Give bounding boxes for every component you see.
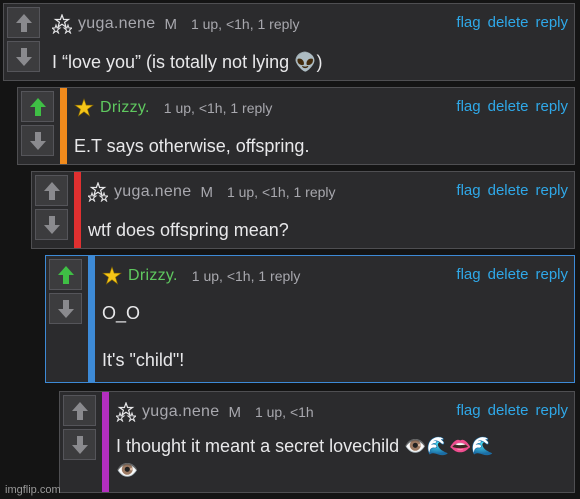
reply-link[interactable]: reply <box>535 402 568 419</box>
upvote-button[interactable] <box>21 91 54 122</box>
user-badge-icon <box>116 402 136 422</box>
delete-link[interactable]: delete <box>488 182 529 199</box>
upvote-button[interactable] <box>63 395 96 426</box>
mod-flag: M <box>164 15 177 33</box>
mod-flag: M <box>228 403 241 421</box>
star-badge-icon <box>74 98 94 118</box>
comment-info: 1 up, <1h, 1 reply <box>163 100 273 116</box>
username[interactable]: yuga.nene <box>142 403 219 421</box>
delete-link[interactable]: delete <box>488 266 529 283</box>
vote-controls <box>32 172 74 248</box>
reply-link[interactable]: reply <box>535 98 568 115</box>
comment-text-line: I thought it meant a secret lovechild 👁️… <box>116 436 494 456</box>
comment-actions: flag delete reply <box>456 182 568 199</box>
arrow-down-icon <box>43 215 60 234</box>
user-badge-icon <box>52 14 72 34</box>
vote-controls <box>60 392 102 492</box>
thread-depth-bar <box>88 256 95 382</box>
comment-text-line: O_O <box>102 303 141 323</box>
comment: yuga.nene M 1 up, <1h, 1 reply flag dele… <box>31 171 575 249</box>
reply-link[interactable]: reply <box>535 14 568 31</box>
username[interactable]: yuga.nene <box>114 183 191 201</box>
delete-link[interactable]: delete <box>488 402 529 419</box>
upvote-button[interactable] <box>49 259 82 290</box>
mod-flag: M <box>200 183 213 201</box>
arrow-up-icon <box>57 265 74 284</box>
arrow-down-icon <box>71 435 88 454</box>
thread-depth-bar <box>60 88 67 164</box>
user-badge-icon <box>88 182 108 202</box>
flag-link[interactable]: flag <box>456 266 480 283</box>
flag-link[interactable]: flag <box>456 14 480 31</box>
username[interactable]: Drizzy. <box>128 267 178 285</box>
comment: yuga.nene M 1 up, <1h, 1 reply flag dele… <box>3 3 575 81</box>
upvote-button[interactable] <box>35 175 68 206</box>
flag-link[interactable]: flag <box>456 402 480 419</box>
comment-info: 1 up, <1h, 1 reply <box>190 16 300 32</box>
arrow-up-icon <box>15 13 32 32</box>
downvote-button[interactable] <box>35 209 68 240</box>
comment-actions: flag delete reply <box>456 14 568 31</box>
flag-link[interactable]: flag <box>456 182 480 199</box>
comment-text-line: It's "child"! <box>102 350 185 370</box>
comment: Drizzy. 1 up, <1h, 1 reply flag delete r… <box>17 87 575 165</box>
downvote-button[interactable] <box>49 293 82 324</box>
arrow-up-icon <box>43 181 60 200</box>
comment-info: 1 up, <1h, 1 reply <box>191 268 301 284</box>
vote-controls <box>4 4 46 80</box>
reply-link[interactable]: reply <box>535 266 568 283</box>
comment-info: 1 up, <1h, 1 reply <box>226 184 336 200</box>
reply-link[interactable]: reply <box>535 182 568 199</box>
thread-depth-bar <box>102 392 109 492</box>
comment-text: wtf does offspring mean? <box>88 220 289 240</box>
comment-text: E.T says otherwise, offspring. <box>74 136 310 156</box>
downvote-button[interactable] <box>7 41 40 72</box>
star-badge-icon <box>102 266 122 286</box>
delete-link[interactable]: delete <box>488 98 529 115</box>
thread-depth-bar <box>74 172 81 248</box>
comment-actions: flag delete reply <box>456 266 568 283</box>
arrow-down-icon <box>57 299 74 318</box>
arrow-down-icon <box>29 131 46 150</box>
username[interactable]: yuga.nene <box>78 15 155 33</box>
comment-info: 1 up, <1h <box>254 404 314 420</box>
delete-link[interactable]: delete <box>488 14 529 31</box>
comment: yuga.nene M 1 up, <1h flag delete reply … <box>59 391 575 493</box>
downvote-button[interactable] <box>21 125 54 156</box>
vote-controls <box>46 256 88 382</box>
upvote-button[interactable] <box>7 7 40 38</box>
comment: Drizzy. 1 up, <1h, 1 reply flag delete r… <box>45 255 575 383</box>
arrow-up-icon <box>71 401 88 420</box>
comment-actions: flag delete reply <box>456 402 568 419</box>
vote-controls <box>18 88 60 164</box>
comment-text-line: 👁️ <box>116 460 139 480</box>
arrow-down-icon <box>15 47 32 66</box>
comment-actions: flag delete reply <box>456 98 568 115</box>
comment-text: I “love you” (is totally not lying 👽) <box>52 52 323 72</box>
username[interactable]: Drizzy. <box>100 99 150 117</box>
watermark: imgflip.com <box>5 484 61 496</box>
downvote-button[interactable] <box>63 429 96 460</box>
arrow-up-icon <box>29 97 46 116</box>
flag-link[interactable]: flag <box>456 98 480 115</box>
